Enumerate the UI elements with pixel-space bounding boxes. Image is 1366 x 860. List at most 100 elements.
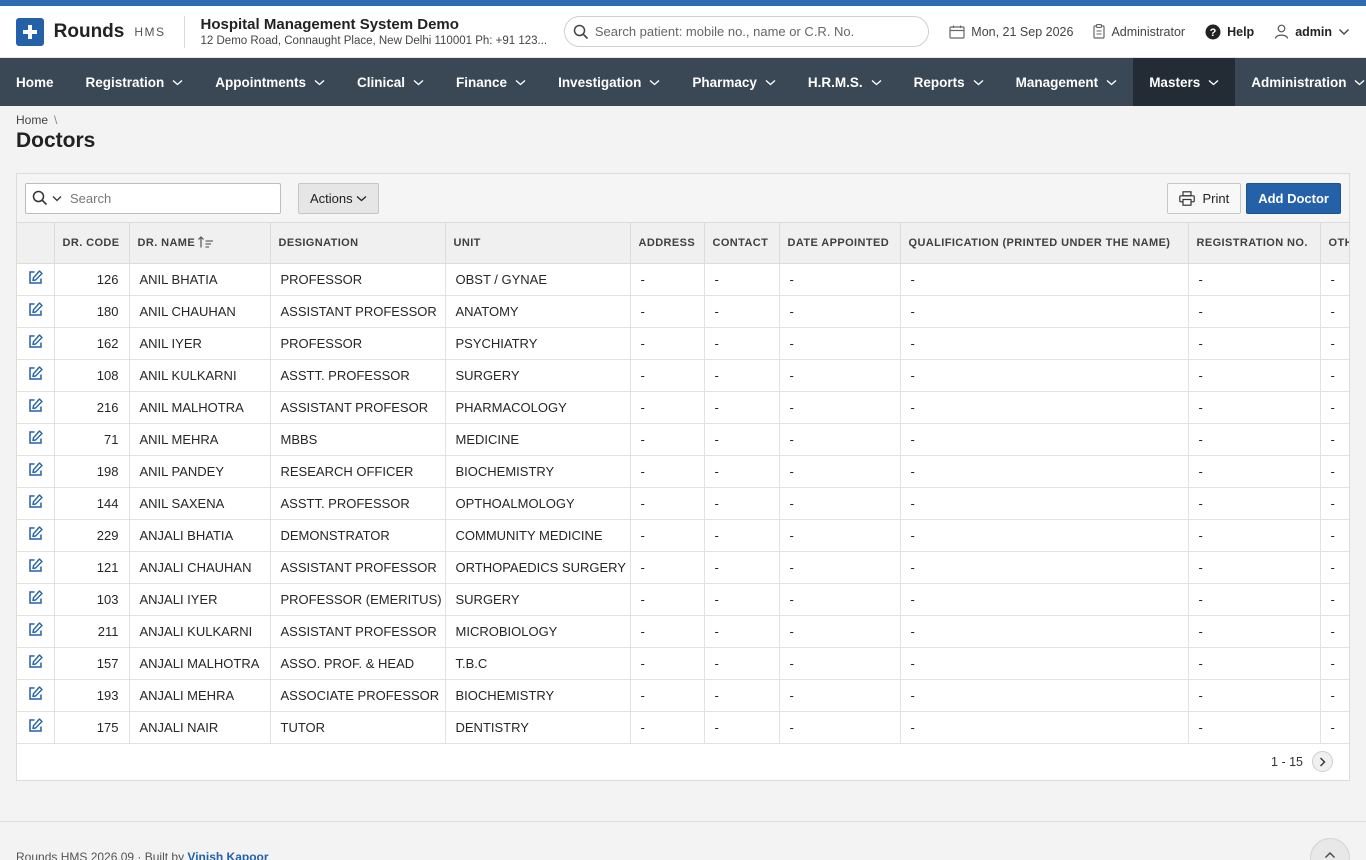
column-header-registration-no[interactable]: REGISTRATION NO. [1188, 223, 1321, 264]
nav-item-masters[interactable]: Masters [1133, 58, 1236, 106]
edit-cell[interactable] [17, 583, 55, 616]
edit-cell[interactable] [17, 647, 55, 680]
edit-icon[interactable] [28, 558, 43, 573]
cell-address: - [630, 615, 705, 648]
column-header-other[interactable]: OTHER [1320, 223, 1349, 264]
edit-icon[interactable] [28, 366, 43, 381]
user-menu[interactable]: admin [1274, 24, 1350, 39]
cell-registration-no: - [1188, 583, 1321, 616]
footer-author-link[interactable]: Vinish Kapoor [187, 850, 268, 860]
cell-address: - [630, 327, 705, 360]
nav-item-pharmacy[interactable]: Pharmacy [676, 58, 792, 106]
cell-contact: - [704, 423, 780, 456]
actions-button[interactable]: Actions [298, 182, 379, 214]
app-logo[interactable] [16, 17, 44, 46]
cell-other: - [1320, 263, 1349, 296]
cell-dr-code: 175 [54, 711, 130, 744]
add-doctor-button[interactable]: Add Doctor [1246, 182, 1341, 214]
cell-unit: COMMUNITY MEDICINE [445, 519, 631, 552]
actions-label: Actions [310, 190, 353, 206]
table-row: 103 ANJALI IYER PROFESSOR (EMERITUS) SURGER… [17, 583, 1349, 616]
edit-icon[interactable] [28, 686, 43, 701]
chevron-down-icon [765, 79, 776, 85]
edit-cell[interactable] [17, 615, 55, 648]
edit-icon[interactable] [28, 622, 43, 637]
nav-item-appointments[interactable]: Appointments [199, 58, 341, 106]
edit-cell[interactable] [17, 263, 55, 296]
nav-item-registration[interactable]: Registration [70, 58, 200, 106]
edit-cell[interactable] [17, 327, 55, 360]
column-header-unit[interactable]: UNIT [445, 223, 631, 264]
edit-cell[interactable] [17, 519, 55, 552]
patient-search-box[interactable] [563, 16, 930, 47]
edit-icon[interactable] [28, 654, 43, 669]
chevron-down-icon[interactable] [52, 195, 62, 202]
cell-address: - [630, 551, 705, 584]
column-header-dr-code[interactable]: DR. CODE [54, 223, 130, 264]
column-header-contact[interactable]: CONTACT [704, 223, 780, 264]
edit-icon[interactable] [28, 590, 43, 605]
column-header-dr-name[interactable]: DR. NAME [129, 223, 271, 264]
nav-item-investigation[interactable]: Investigation [542, 58, 676, 106]
edit-icon[interactable] [28, 398, 43, 413]
report-search-box[interactable] [25, 182, 281, 214]
column-header-label: ADDRESS [638, 236, 696, 249]
column-header-qualification-printed-under-the-name[interactable]: QUALIFICATION (PRINTED UNDER THE NAME) [900, 223, 1189, 264]
edit-icon[interactable] [28, 718, 43, 733]
table-row: 108 ANIL KULKARNI ASSTT. PROFESSOR SURGERY -… [17, 359, 1349, 392]
cell-dr-name: ANIL MEHRA [129, 423, 271, 456]
edit-cell[interactable] [17, 359, 55, 392]
edit-cell[interactable] [17, 679, 55, 712]
nav-item-label: Administration [1251, 74, 1347, 90]
edit-cell[interactable] [17, 391, 55, 424]
cell-dr-name: ANIL IYER [129, 327, 271, 360]
edit-icon[interactable] [28, 334, 43, 349]
nav-item-label: Home [16, 74, 54, 90]
nav-item-h-r-m-s[interactable]: H.R.M.S. [792, 58, 898, 106]
column-header-date-appointed[interactable]: DATE APPOINTED [779, 223, 901, 264]
search-icon[interactable] [32, 190, 48, 206]
edit-icon[interactable] [28, 430, 43, 445]
cell-date-appointed: - [779, 391, 901, 424]
nav-item-administration[interactable]: Administration [1235, 58, 1366, 106]
cell-unit: ANATOMY [445, 295, 631, 328]
edit-cell[interactable] [17, 295, 55, 328]
column-header-label: DATE APPOINTED [787, 236, 890, 249]
role-selector[interactable]: Administrator [1093, 24, 1185, 39]
help-menu[interactable]: ? Help [1205, 24, 1254, 40]
cell-date-appointed: - [779, 327, 901, 360]
next-page-button[interactable] [1312, 751, 1333, 772]
cell-date-appointed: - [779, 359, 901, 392]
edit-cell[interactable] [17, 551, 55, 584]
nav-item-management[interactable]: Management [1000, 58, 1134, 106]
cell-address: - [630, 647, 705, 680]
column-header-address[interactable]: ADDRESS [630, 223, 705, 264]
report-search-input[interactable] [70, 190, 270, 206]
chevron-down-icon [973, 79, 984, 85]
cell-qualification-printed-under-the-name: - [900, 487, 1189, 520]
nav-item-finance[interactable]: Finance [440, 58, 542, 106]
edit-cell[interactable] [17, 455, 55, 488]
nav-item-home[interactable]: Home [0, 58, 70, 106]
patient-search-input[interactable] [594, 24, 915, 39]
edit-icon[interactable] [28, 270, 43, 285]
breadcrumb-home[interactable]: Home [16, 113, 48, 127]
cell-unit: PSYCHIATRY [445, 327, 631, 360]
edit-icon[interactable] [28, 462, 43, 477]
cell-dr-code: 121 [54, 551, 130, 584]
edit-cell[interactable] [17, 423, 55, 456]
cell-contact: - [704, 295, 780, 328]
clipboard-icon [1093, 24, 1106, 39]
edit-cell[interactable] [17, 711, 55, 744]
print-button[interactable]: Print [1167, 182, 1242, 214]
nav-item-clinical[interactable]: Clinical [341, 58, 440, 106]
edit-icon[interactable] [28, 494, 43, 509]
edit-icon[interactable] [28, 302, 43, 317]
nav-item-reports[interactable]: Reports [898, 58, 1000, 106]
column-header-designation[interactable]: DESIGNATION [270, 223, 446, 264]
edit-icon[interactable] [28, 526, 43, 541]
cell-dr-code: 229 [54, 519, 130, 552]
table-row: 229 ANJALI BHATIA DEMONSTRATOR COMMUNITY ME… [17, 519, 1349, 552]
edit-cell[interactable] [17, 487, 55, 520]
table-row: 126 ANIL BHATIA PROFESSOR OBST / GYNAE - - - - -… [17, 263, 1349, 296]
